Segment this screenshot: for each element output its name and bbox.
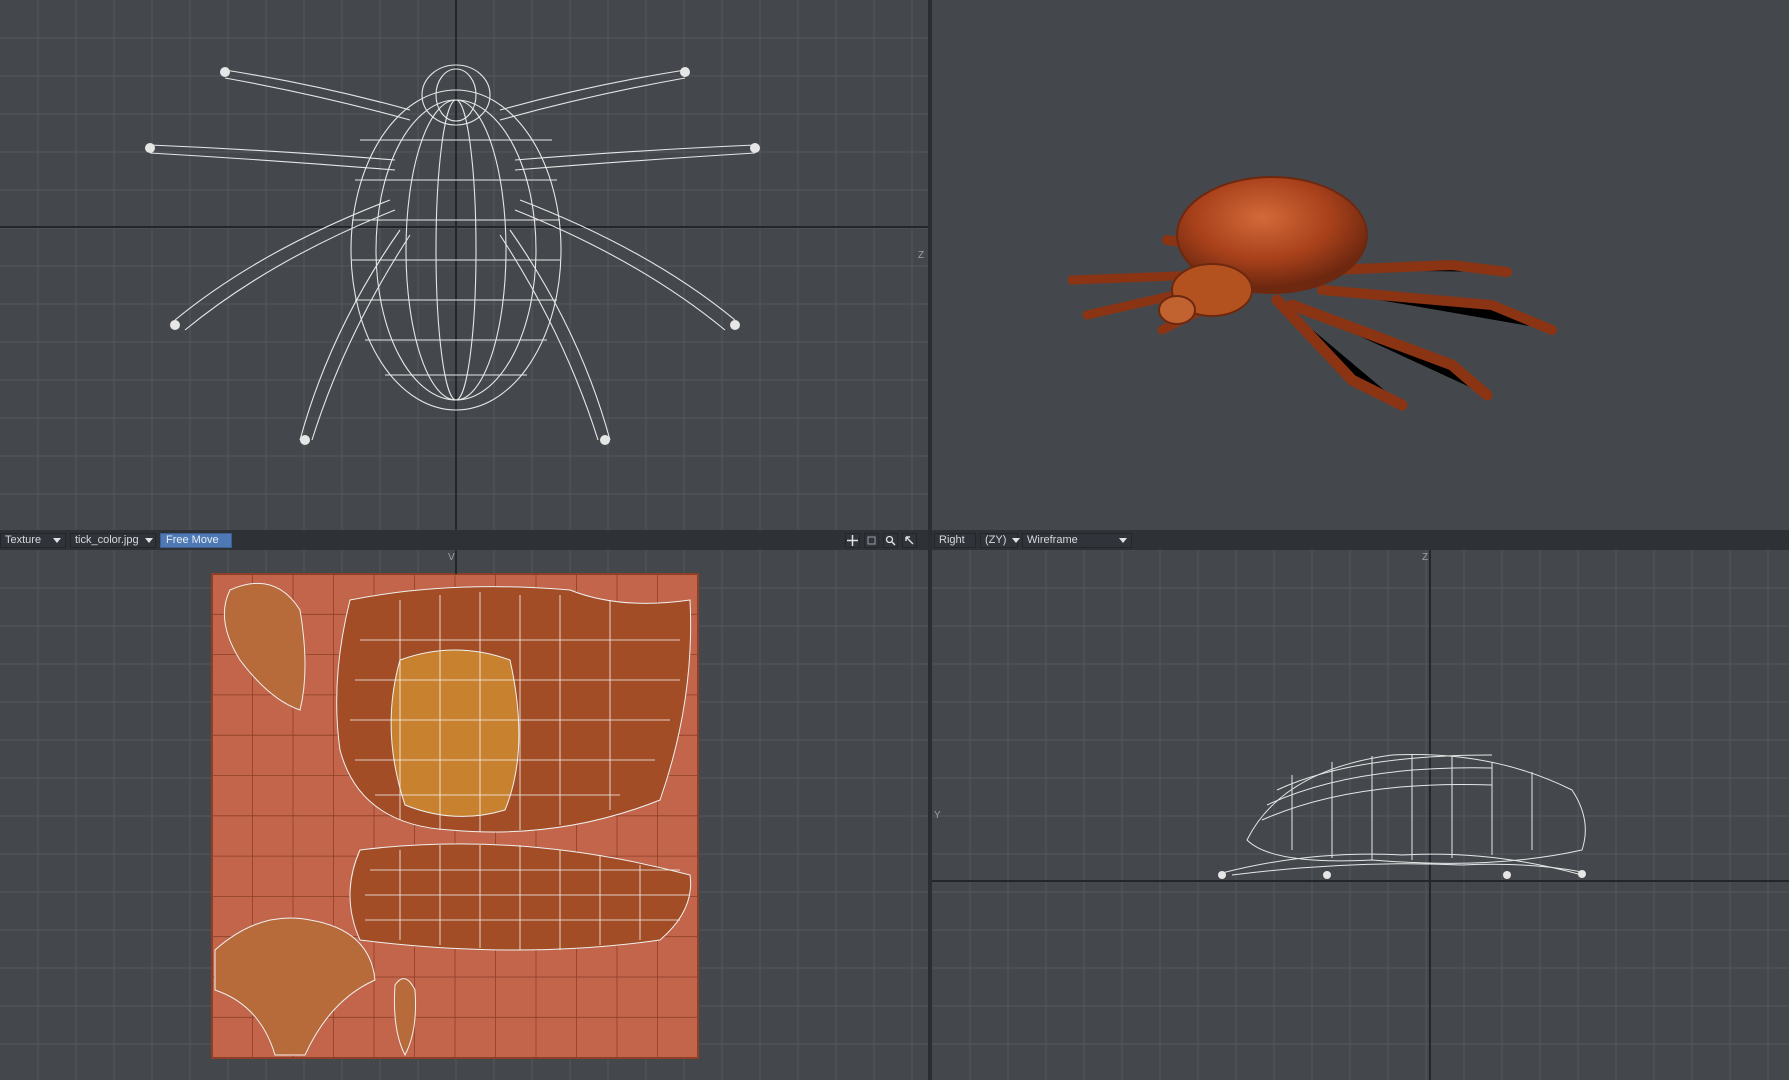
right-view-canvas[interactable] (932, 550, 1789, 1080)
z-axis-label: Z (1422, 552, 1429, 563)
view-label: Right (939, 534, 965, 546)
image-map-dropdown[interactable]: tick_color.jpg (70, 532, 156, 548)
uv-view-header: Texture tick_color.jpg Free Move (0, 532, 232, 548)
viewport-top[interactable]: Z (0, 0, 928, 530)
uv-canvas[interactable] (0, 550, 928, 1080)
leg-tips-side (1218, 870, 1586, 879)
grid (932, 550, 1789, 1080)
free-move-button[interactable]: Free Move (160, 532, 232, 548)
image-map-label: tick_color.jpg (75, 534, 139, 546)
view-mode-dropdown[interactable]: Texture (0, 532, 66, 548)
move-view-icon[interactable] (845, 532, 860, 548)
tick-wireframe-top[interactable] (149, 64, 756, 441)
render-mode-label: Wireframe (1027, 534, 1078, 546)
y-axis-label: Y (934, 810, 941, 821)
z-axis-label: Z (918, 250, 925, 261)
axes-label: (ZY) (985, 534, 1007, 546)
right-view-header: Right (ZY) Wireframe (934, 532, 1132, 548)
tick-render[interactable] (1067, 176, 1557, 411)
viewport-perspective[interactable] (932, 0, 1789, 530)
tick-wireframe-side[interactable] (1221, 753, 1586, 876)
grid (0, 0, 928, 530)
axes-dropdown[interactable]: (ZY) (980, 532, 1021, 548)
rotate-view-icon[interactable] (864, 532, 879, 548)
chevron-down-icon (53, 537, 61, 543)
view-controls (845, 532, 917, 548)
top-view-canvas[interactable] (0, 0, 928, 530)
viewport-uv-texture[interactable]: V (0, 550, 928, 1080)
tool-label: Free Move (166, 534, 219, 546)
chevron-down-icon (1012, 537, 1021, 543)
v-axis-label: V (448, 552, 455, 563)
maximize-icon[interactable] (902, 532, 917, 548)
render-mode-dropdown[interactable]: Wireframe (1022, 532, 1132, 548)
chevron-down-icon (144, 537, 153, 543)
chevron-down-icon (1119, 537, 1127, 543)
view-mode-label: Texture (5, 534, 42, 546)
zoom-icon[interactable] (883, 532, 898, 548)
viewport-right[interactable]: Z Y (932, 550, 1789, 1080)
leg-tips-top (145, 67, 760, 445)
view-dropdown[interactable]: Right (934, 532, 976, 548)
perspective-canvas[interactable] (932, 0, 1789, 530)
